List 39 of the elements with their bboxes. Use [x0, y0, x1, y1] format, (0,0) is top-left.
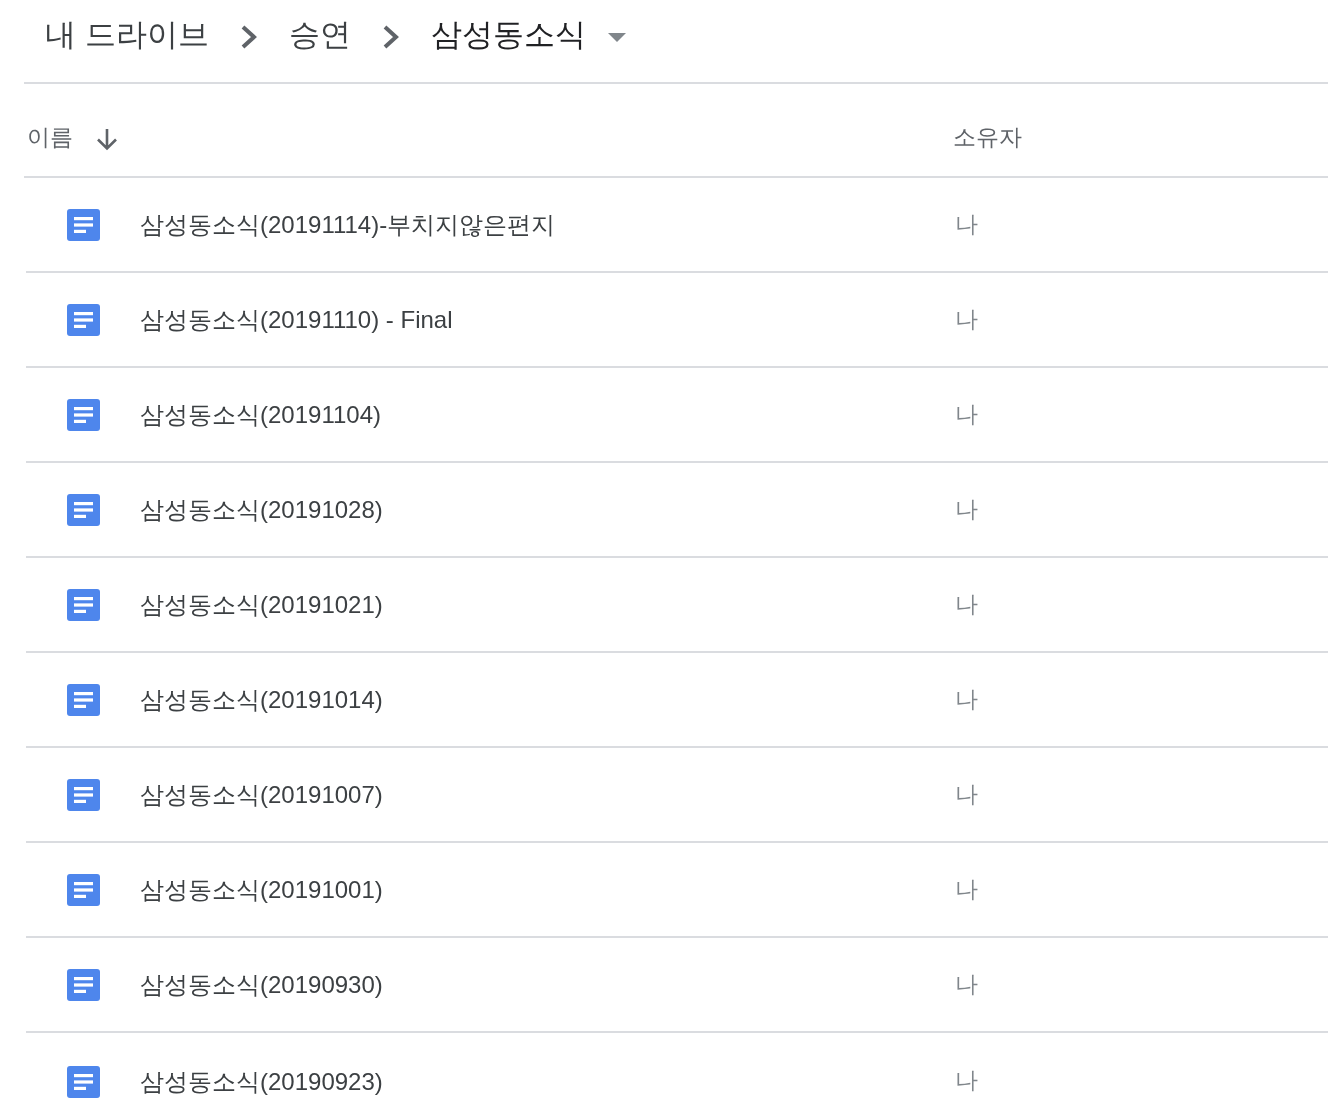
document-icon	[67, 778, 100, 811]
file-name[interactable]: 삼성동소식(20191110) - Final	[140, 301, 453, 338]
owner-text: 나	[955, 305, 978, 335]
document-icon	[67, 398, 100, 431]
file-name[interactable]: 삼성동소식(20191104)	[140, 396, 381, 433]
dropdown-caret-icon	[607, 32, 626, 42]
breadcrumb-link[interactable]: 내 드라이브	[45, 11, 209, 59]
document-icon	[67, 588, 100, 621]
document-icon	[67, 968, 100, 1001]
owner-text: 나	[955, 875, 978, 905]
file-name[interactable]: 삼성동소식(20191007)	[140, 776, 383, 813]
owner-text: 나	[955, 210, 978, 240]
owner-text: 나	[955, 590, 978, 620]
owner-text: 나	[955, 1065, 978, 1095]
owner-text: 나	[955, 685, 978, 715]
owner-text: 나	[955, 400, 978, 430]
document-icon	[67, 1066, 100, 1098]
document-icon	[67, 873, 100, 906]
owner-text: 나	[955, 780, 978, 810]
file-name[interactable]: 삼성동소식(20191014)	[140, 681, 383, 718]
chevron-right-icon	[240, 25, 257, 49]
owner-text: 나	[955, 495, 978, 525]
file-name[interactable]: 삼성동소식(20191028)	[140, 491, 383, 528]
breadcrumb-link[interactable]: 삼성동소식	[430, 11, 586, 59]
document-icon	[67, 208, 100, 241]
file-name[interactable]: 삼성동소식(20190923)	[140, 1064, 383, 1100]
file-name[interactable]: 삼성동소식(20191021)	[140, 586, 383, 623]
owner-text: 나	[955, 970, 978, 1000]
column-header[interactable]: 이름	[24, 119, 73, 155]
document-icon	[67, 493, 100, 526]
chevron-right-icon	[382, 25, 399, 49]
column-header[interactable]: 소유자	[953, 119, 1022, 155]
breadcrumb-link[interactable]: 승연	[288, 11, 351, 59]
file-name[interactable]: 삼성동소식(20190930)	[140, 966, 383, 1003]
document-icon	[67, 683, 100, 716]
file-name[interactable]: 삼성동소식(20191114)-부치지않은편지	[140, 206, 556, 243]
file-name[interactable]: 삼성동소식(20191001)	[140, 871, 383, 908]
document-icon	[67, 303, 100, 336]
sort-down-arrow-icon[interactable]	[95, 127, 119, 151]
